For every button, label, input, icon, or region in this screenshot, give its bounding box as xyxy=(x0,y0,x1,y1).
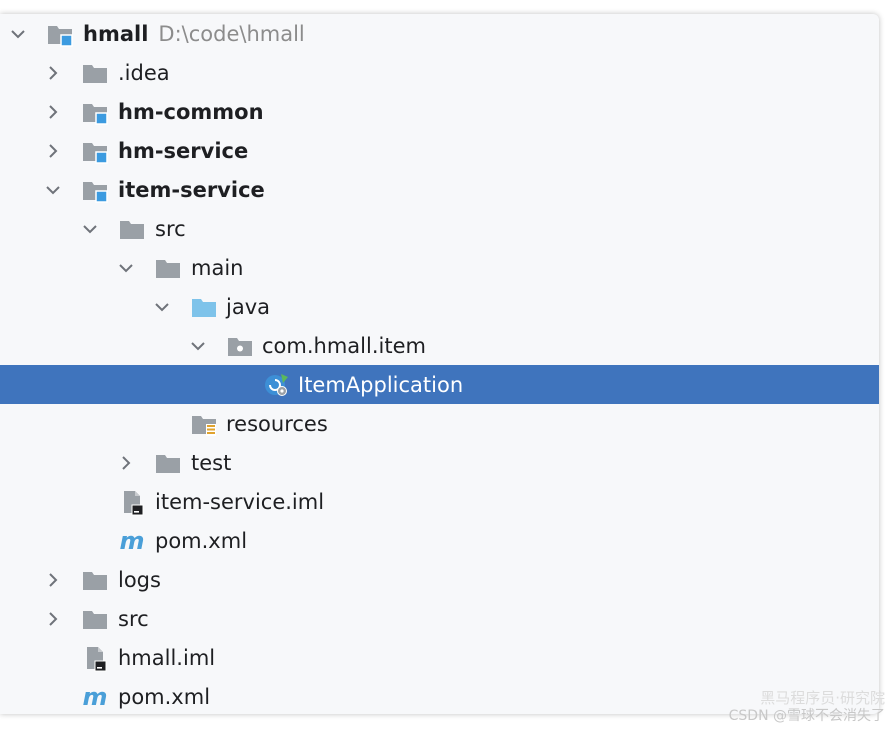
tree-node-hm-service[interactable]: hm-service xyxy=(0,131,879,170)
resources-folder-icon xyxy=(190,410,218,438)
tree-node-label: hm-common xyxy=(118,99,264,124)
chevron-down-icon[interactable] xyxy=(81,220,99,238)
tree-node-main[interactable]: main xyxy=(0,248,879,287)
chevron-right-icon[interactable] xyxy=(44,103,62,121)
tree-node-label: ItemApplication xyxy=(298,372,464,397)
folder-icon xyxy=(118,215,146,243)
folder-icon xyxy=(154,254,182,282)
tree-node-hm-common[interactable]: hm-common xyxy=(0,92,879,131)
chevron-right-icon[interactable] xyxy=(44,64,62,82)
tree-node-logs[interactable]: logs xyxy=(0,560,879,599)
package-icon xyxy=(226,332,254,360)
watermark-line-2: CSDN @雪球不会消失了 xyxy=(728,708,885,724)
module-folder-icon xyxy=(81,176,109,204)
tree-node-label: java xyxy=(226,294,270,319)
tree-node-label: item-service xyxy=(118,177,265,202)
maven-icon xyxy=(81,683,109,711)
tree-node-item-service-pom[interactable]: pom.xml xyxy=(0,521,879,560)
tree-node-label: logs xyxy=(118,567,161,592)
tree-node-label: resources xyxy=(226,411,328,436)
tree-node-resources[interactable]: resources xyxy=(0,404,879,443)
tree-node-label: hmall.iml xyxy=(118,645,216,670)
module-folder-icon xyxy=(81,137,109,165)
tree-node-src[interactable]: src xyxy=(0,209,879,248)
chevron-down-icon[interactable] xyxy=(9,25,27,43)
tree-node-idea[interactable]: .idea xyxy=(0,53,879,92)
tree-node-java[interactable]: java xyxy=(0,287,879,326)
chevron-right-icon[interactable] xyxy=(117,454,135,472)
chevron-right-icon[interactable] xyxy=(44,571,62,589)
tree-node-test[interactable]: test xyxy=(0,443,879,482)
tree-node-label: src xyxy=(118,606,149,631)
chevron-down-icon[interactable] xyxy=(153,298,171,316)
folder-icon xyxy=(81,566,109,594)
tree-node-label: hmall D:\code\hmall xyxy=(83,22,305,46)
tree-node-item-service-iml[interactable]: item-service.iml xyxy=(0,482,879,521)
chevron-down-icon[interactable] xyxy=(189,337,207,355)
module-folder-icon xyxy=(81,98,109,126)
chevron-down-icon[interactable] xyxy=(117,259,135,277)
project-panel: hmall D:\code\hmall .idea hm-common hm-se… xyxy=(0,14,879,714)
chevron-down-icon[interactable] xyxy=(44,181,62,199)
tree-node-label: pom.xml xyxy=(118,684,211,709)
tree-node-com-hmall-item[interactable]: com.hmall.item xyxy=(0,326,879,365)
tree-node-item-service[interactable]: item-service xyxy=(0,170,879,209)
module-folder-icon xyxy=(46,20,74,48)
tree-node-root-src[interactable]: src xyxy=(0,599,879,638)
tree-node-item-application[interactable]: ItemApplication xyxy=(0,365,879,404)
tree-node-label: src xyxy=(155,216,186,241)
chevron-right-icon[interactable] xyxy=(44,610,62,628)
folder-icon xyxy=(81,59,109,87)
tree-node-label: item-service.iml xyxy=(155,489,325,514)
watermark: 黑马程序员·研究院 CSDN @雪球不会消失了 xyxy=(729,689,885,725)
tree-node-label: pom.xml xyxy=(155,528,248,553)
tree-node-label: com.hmall.item xyxy=(262,333,426,358)
tree-node-label: .idea xyxy=(118,60,170,85)
maven-icon xyxy=(118,527,146,555)
chevron-right-icon[interactable] xyxy=(44,142,62,160)
tree-node-hmall[interactable]: hmall D:\code\hmall xyxy=(0,14,879,53)
iml-file-icon xyxy=(118,488,146,516)
watermark-line-1: 黑马程序员·研究院 xyxy=(760,689,885,707)
spring-boot-application-icon xyxy=(262,371,290,399)
project-path: D:\code\hmall xyxy=(158,21,305,46)
iml-file-icon xyxy=(81,644,109,672)
folder-icon xyxy=(154,449,182,477)
tree-node-hmall-iml[interactable]: hmall.iml xyxy=(0,638,879,677)
tree-node-label: test xyxy=(191,450,232,475)
tree-node-label: main xyxy=(191,255,244,280)
folder-icon xyxy=(81,605,109,633)
project-name: hmall xyxy=(83,21,149,46)
source-folder-icon xyxy=(190,293,218,321)
tree-node-label: hm-service xyxy=(118,138,249,163)
